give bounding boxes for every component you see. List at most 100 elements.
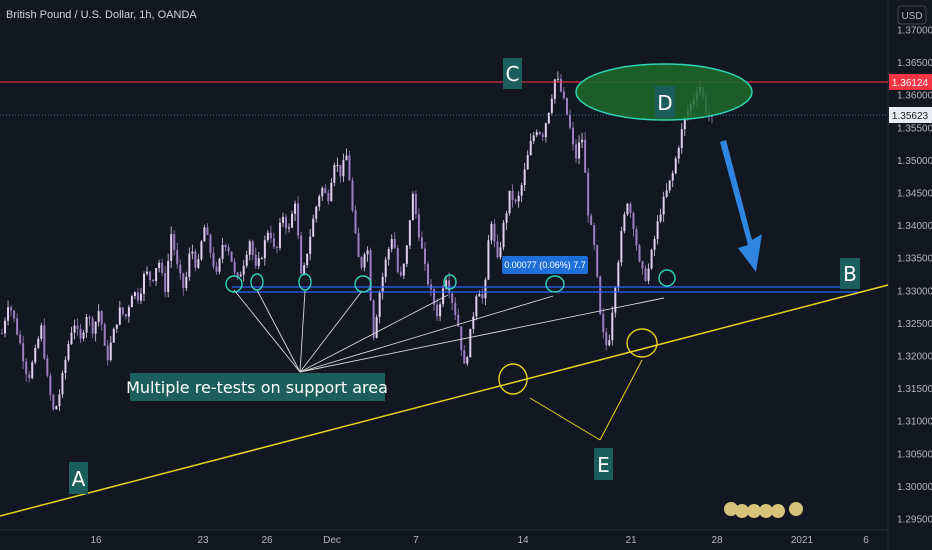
candle-body xyxy=(653,238,656,250)
candle-body xyxy=(194,251,197,268)
candle-body xyxy=(278,222,281,248)
candle-body xyxy=(46,358,49,376)
candle-body xyxy=(544,123,547,138)
candle-body xyxy=(173,234,176,251)
candle-body xyxy=(423,248,426,264)
label-a: A xyxy=(69,462,88,494)
candle-body xyxy=(218,258,221,272)
candle-body xyxy=(451,293,454,303)
svg-text:E: E xyxy=(597,453,610,477)
candle-body xyxy=(514,199,517,202)
candle-body xyxy=(179,264,182,274)
candle-body xyxy=(52,394,55,410)
candle-body xyxy=(656,221,659,239)
label-e: E xyxy=(594,448,613,480)
candle-body xyxy=(677,147,680,159)
time-tick-label: 6 xyxy=(863,535,869,546)
price-chart[interactable]: 0.00077 (0.06%) 7.7 A B C D E Multiple r… xyxy=(0,0,932,550)
candle-body xyxy=(257,258,260,266)
candle-body xyxy=(357,233,360,258)
candle-body xyxy=(10,307,13,311)
candle-body xyxy=(170,234,173,261)
candle-body xyxy=(420,237,423,249)
candle-body xyxy=(351,180,354,211)
candle-body xyxy=(327,193,330,202)
candle-body xyxy=(1,333,3,335)
candle-body xyxy=(115,324,118,329)
candle-body xyxy=(330,182,333,202)
label-d: D xyxy=(655,86,675,118)
candle-body xyxy=(118,307,121,325)
candle-body xyxy=(427,263,429,285)
candle-body xyxy=(635,229,638,246)
price-tick-label: 1.36000 xyxy=(897,91,932,102)
candle-body xyxy=(297,203,300,236)
candle-body xyxy=(526,154,529,170)
candle-body xyxy=(306,253,309,266)
measure-tooltip: 0.00077 (0.06%) 7.7 xyxy=(502,256,588,274)
candle-body xyxy=(638,245,641,262)
candle-body xyxy=(641,261,644,269)
candle-body xyxy=(19,334,22,344)
svg-text:USD: USD xyxy=(901,11,922,22)
candle-body xyxy=(671,173,674,181)
candle-body xyxy=(22,343,25,362)
candle-body xyxy=(608,340,611,346)
time-tick-label: 16 xyxy=(90,535,102,546)
candle-body xyxy=(662,196,665,215)
candle-body xyxy=(487,240,490,280)
candle-body xyxy=(155,268,158,282)
candle-body xyxy=(191,251,194,254)
price-tick-label: 1.34500 xyxy=(897,189,932,200)
candle-body xyxy=(620,231,623,263)
svg-text:C: C xyxy=(506,62,520,86)
candle-body xyxy=(469,328,472,358)
candle-body xyxy=(384,259,387,277)
candle-body xyxy=(629,203,632,214)
candle-body xyxy=(152,279,155,282)
candle-body xyxy=(312,218,315,237)
candle-body xyxy=(294,203,297,214)
candle-body xyxy=(387,248,390,260)
candle-body xyxy=(288,227,291,229)
candle-body xyxy=(212,252,215,267)
price-tick-label: 1.31000 xyxy=(897,417,932,428)
candle-body xyxy=(321,187,324,197)
candle-body xyxy=(414,193,417,215)
candle-body xyxy=(572,127,575,145)
candle-body xyxy=(37,338,40,348)
candle-body xyxy=(632,213,635,230)
candle-body xyxy=(617,262,620,288)
candle-body xyxy=(360,257,363,268)
candle-body xyxy=(439,304,442,317)
candle-body xyxy=(315,206,318,219)
candle-body xyxy=(665,190,668,197)
candle-body xyxy=(532,135,535,142)
candle-body xyxy=(475,296,478,317)
chart-stage: 0.00077 (0.06%) 7.7 A B C D E Multiple r… xyxy=(0,0,932,550)
svg-text:Multiple re-tests on support a: Multiple re-tests on support area xyxy=(126,378,388,397)
candle-body xyxy=(547,112,550,124)
candle-body xyxy=(396,248,399,272)
candle-body xyxy=(324,187,327,194)
candle-body xyxy=(411,193,414,221)
currency-button[interactable]: USD xyxy=(897,5,927,25)
svg-text:D: D xyxy=(657,91,672,115)
candle-body xyxy=(239,274,242,277)
candle-body xyxy=(161,262,164,273)
candle-body xyxy=(130,296,133,308)
svg-text:1.35623: 1.35623 xyxy=(892,111,929,122)
price-tick-label: 1.32000 xyxy=(897,352,932,363)
candle-body xyxy=(408,220,411,246)
candle-body xyxy=(463,350,466,364)
candle-body xyxy=(511,190,514,200)
candle-body xyxy=(7,307,10,321)
current-price-tag: 1.35623 xyxy=(889,107,932,123)
candle-body xyxy=(167,260,170,293)
candle-body xyxy=(188,253,191,277)
candle-body xyxy=(254,254,257,266)
candle-body xyxy=(49,375,52,395)
candle-body xyxy=(303,265,306,274)
candle-body xyxy=(493,223,496,242)
candle-body xyxy=(143,273,145,294)
